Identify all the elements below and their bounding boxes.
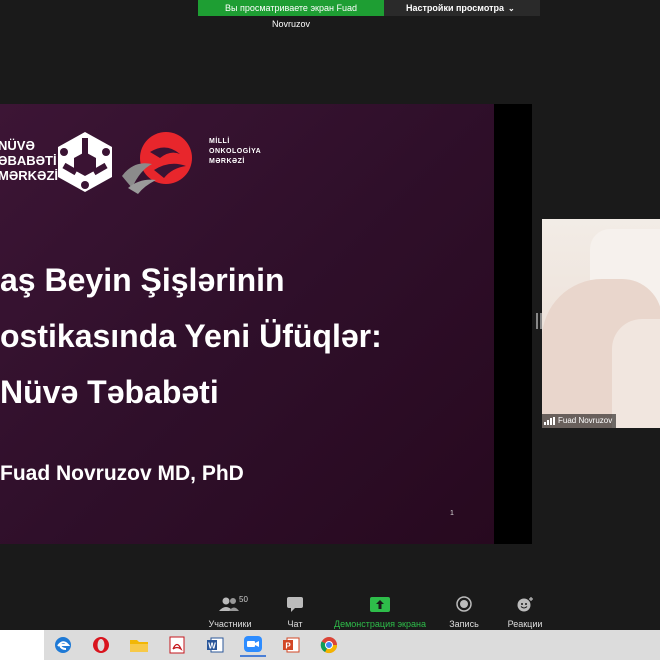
logo-left-line-2: ƏBABƏTİ bbox=[0, 153, 57, 168]
slide-title-line-2: ostikasında Yeni Üfüqlər: bbox=[0, 318, 382, 354]
participants-icon bbox=[219, 597, 239, 611]
chrome-icon[interactable] bbox=[316, 633, 342, 657]
view-options-button[interactable]: Настройки просмотра ⌄ bbox=[384, 0, 540, 16]
slide-title: aş Beyin Şişlərinin ostikasında Yeni Üfü… bbox=[0, 252, 382, 420]
slide-title-line-3: Nüvə Təbabəti bbox=[0, 374, 219, 410]
signal-bars-icon bbox=[544, 417, 555, 425]
taskbar-search-box[interactable] bbox=[0, 630, 44, 660]
logo-right-line-1: MİLLİ bbox=[209, 138, 230, 145]
reactions-icon bbox=[517, 597, 533, 612]
chat-label: Чат bbox=[287, 619, 303, 629]
slide-title-line-1: aş Beyin Şişlərinin bbox=[0, 262, 285, 298]
nuclear-medicine-logo-text: NÜVƏ ƏBABƏTİ MƏRKƏZİ bbox=[0, 138, 58, 183]
national-oncology-logo-text: MİLLİ ONKOLOGİYA MƏRKƏZİ bbox=[209, 137, 261, 167]
svg-text:P: P bbox=[285, 642, 291, 651]
hexagon-logo-icon bbox=[58, 132, 112, 192]
splitter-handle[interactable] bbox=[536, 313, 538, 329]
slide-author: Fuad Novruzov MD, PhD bbox=[0, 462, 244, 485]
slide-page-number: 1 bbox=[450, 510, 454, 517]
zoom-icon[interactable] bbox=[240, 633, 266, 657]
logo-left-line-3: MƏRKƏZİ bbox=[0, 168, 59, 183]
share-screen-icon bbox=[370, 596, 390, 612]
chevron-down-icon: ⌄ bbox=[508, 4, 515, 13]
edge-icon[interactable] bbox=[50, 633, 76, 657]
letterbox-bar bbox=[494, 104, 532, 544]
share-banner: Вы просматриваете экран Fuad Novruzov На… bbox=[198, 0, 540, 29]
participant-video[interactable]: Fuad Novruzov bbox=[542, 219, 660, 428]
reactions-button[interactable]: Реакции bbox=[470, 594, 580, 629]
file-explorer-icon[interactable] bbox=[126, 633, 152, 657]
logo-right-line-3: MƏRKƏZİ bbox=[209, 158, 245, 165]
view-options-label: Настройки просмотра bbox=[406, 3, 505, 13]
participant-name-tag: Fuad Novruzov bbox=[542, 414, 617, 428]
chat-icon bbox=[287, 597, 303, 612]
svg-text:W: W bbox=[208, 642, 216, 651]
logo-left-line-1: NÜVƏ bbox=[0, 138, 35, 153]
word-icon[interactable]: W bbox=[202, 633, 228, 657]
reactions-label: Реакции bbox=[507, 619, 543, 629]
logo-right-line-2: ONKOLOGİYA bbox=[209, 148, 262, 155]
viewing-screen-label: Вы просматриваете экран Fuad Novruzov bbox=[198, 0, 384, 29]
taskbar: W P bbox=[0, 630, 660, 660]
video-figure-highlight bbox=[612, 319, 660, 428]
oncology-logo-icon bbox=[122, 132, 192, 194]
acrobat-icon[interactable] bbox=[164, 633, 190, 657]
powerpoint-icon[interactable]: P bbox=[278, 633, 304, 657]
participant-name: Fuad Novruzov bbox=[558, 416, 613, 425]
opera-icon[interactable] bbox=[88, 633, 114, 657]
